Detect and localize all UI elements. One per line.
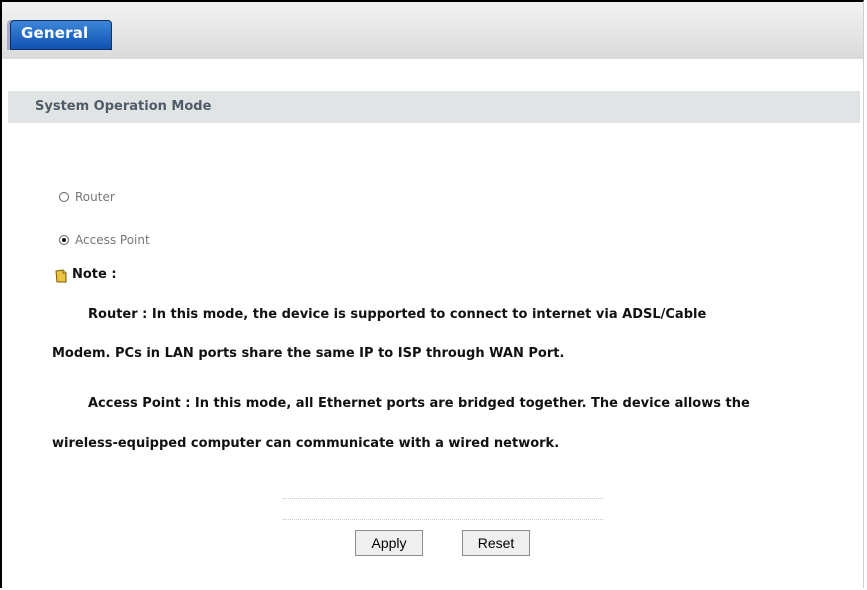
note-router-line2: Modem. PCs in LAN ports share the same I… (52, 346, 565, 361)
divider-top (283, 498, 603, 499)
note-ap-line1: Access Point : In this mode, all Etherne… (88, 396, 750, 411)
radio-router[interactable] (59, 192, 69, 202)
radio-access-point[interactable] (59, 235, 69, 245)
radio-access-point-label: Access Point (75, 233, 150, 247)
note-label: Note : (72, 267, 117, 282)
note-icon (54, 268, 68, 282)
note-router-line1: Router : In this mode, the device is sup… (88, 307, 707, 322)
tab-general-label: General (21, 24, 89, 42)
note-ap-line2: wireless-equipped computer can communica… (52, 436, 560, 451)
reset-button[interactable]: Reset (462, 530, 530, 556)
section-header: System Operation Mode (8, 91, 860, 123)
note-heading: Note : (54, 267, 117, 282)
tab-bar: General (2, 2, 863, 59)
radio-router-label: Router (75, 190, 115, 204)
radio-access-point-option[interactable]: Access Point (59, 233, 150, 247)
tab-general[interactable]: General (10, 20, 112, 50)
settings-panel: General System Operation Mode Router Acc… (0, 0, 864, 588)
apply-button[interactable]: Apply (355, 530, 423, 556)
radio-router-option[interactable]: Router (59, 190, 115, 204)
divider-bottom (283, 519, 603, 520)
section-title: System Operation Mode (35, 99, 212, 114)
